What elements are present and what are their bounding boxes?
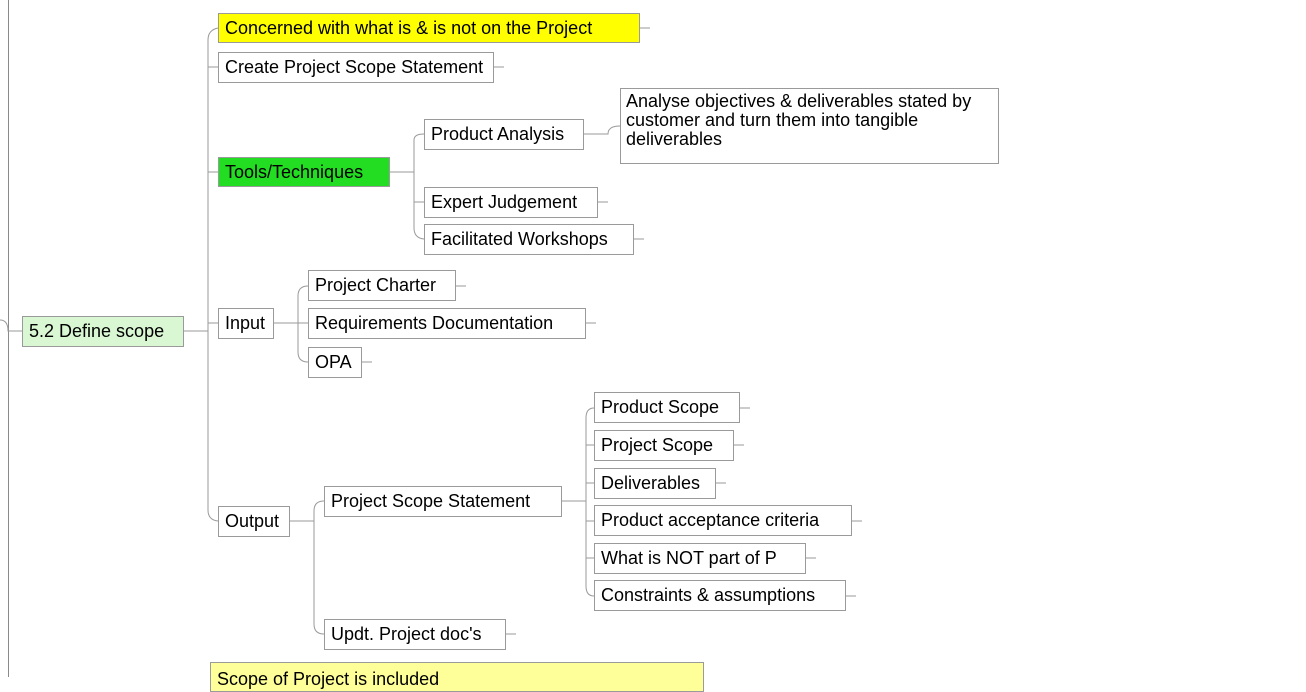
constraints-assumptions-node[interactable]: Constraints & assumptions [594,580,846,611]
opa-node[interactable]: OPA [308,347,362,378]
deliverables-node[interactable]: Deliverables [594,468,716,499]
product-scope-node[interactable]: Product Scope [594,392,740,423]
project-scope-node[interactable]: Project Scope [594,430,734,461]
output-node[interactable]: Output [218,506,290,537]
product-acceptance-criteria-node[interactable]: Product acceptance criteria [594,505,852,536]
product-analysis-node[interactable]: Product Analysis [424,119,584,150]
root-node[interactable]: 5.2 Define scope [22,316,184,347]
create-scope-statement-node[interactable]: Create Project Scope Statement [218,52,494,83]
not-part-of-project-node[interactable]: What is NOT part of P [594,543,806,574]
project-charter-node[interactable]: Project Charter [308,270,456,301]
facilitated-workshops-node[interactable]: Facilitated Workshops [424,224,634,255]
product-analysis-note[interactable]: Analyse objectives & deliverables stated… [620,88,999,164]
requirements-documentation-node[interactable]: Requirements Documentation [308,308,586,339]
tools-techniques-node[interactable]: Tools/Techniques [218,157,390,187]
mindmap-canvas: 5.2 Define scope Concerned with what is … [0,0,1306,692]
note-scope-included[interactable]: Scope of Project is included [210,662,704,692]
update-project-docs-node[interactable]: Updt. Project doc's [324,619,506,650]
project-scope-statement-node[interactable]: Project Scope Statement [324,486,562,517]
expert-judgement-node[interactable]: Expert Judgement [424,187,598,218]
note-concerned[interactable]: Concerned with what is & is not on the P… [218,13,640,43]
input-node[interactable]: Input [218,308,274,339]
